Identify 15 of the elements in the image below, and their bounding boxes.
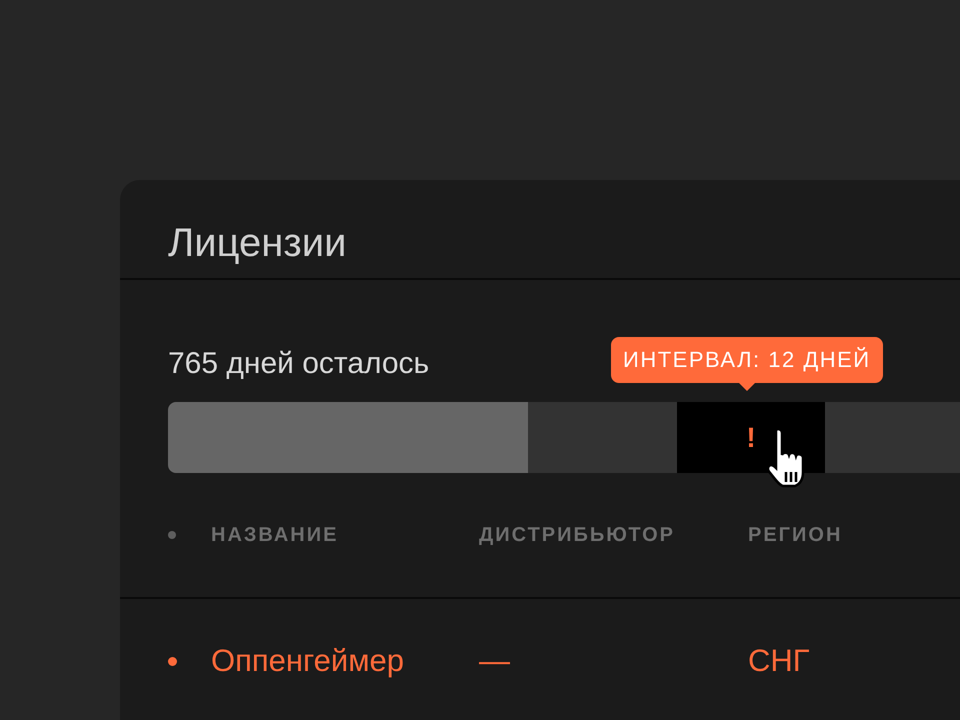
bullet-icon (168, 531, 176, 539)
column-header[interactable]: ДИСТРИБЬЮТОР (479, 524, 748, 546)
table-cell-text: — (479, 643, 511, 679)
column-header[interactable]: НАЗВАНИЕ (211, 524, 479, 546)
timeline-segment[interactable] (168, 402, 528, 473)
timeline-segment[interactable] (528, 402, 677, 473)
tooltip-pointer (738, 383, 755, 391)
panel-title: Лицензии (167, 220, 348, 267)
table-cell-text: Оппенгеймер (211, 643, 406, 679)
days-remaining-label: 765 дней осталось (168, 346, 430, 382)
column-header[interactable]: РЕГИОН (748, 524, 960, 546)
warning-mark: ! (746, 422, 756, 454)
timeline-segment[interactable]: ! (677, 402, 825, 473)
table-cell-text: СНГ (748, 643, 811, 679)
interval-tooltip: ИНТЕРВАЛ: 12 ДНЕЙ (611, 337, 883, 383)
